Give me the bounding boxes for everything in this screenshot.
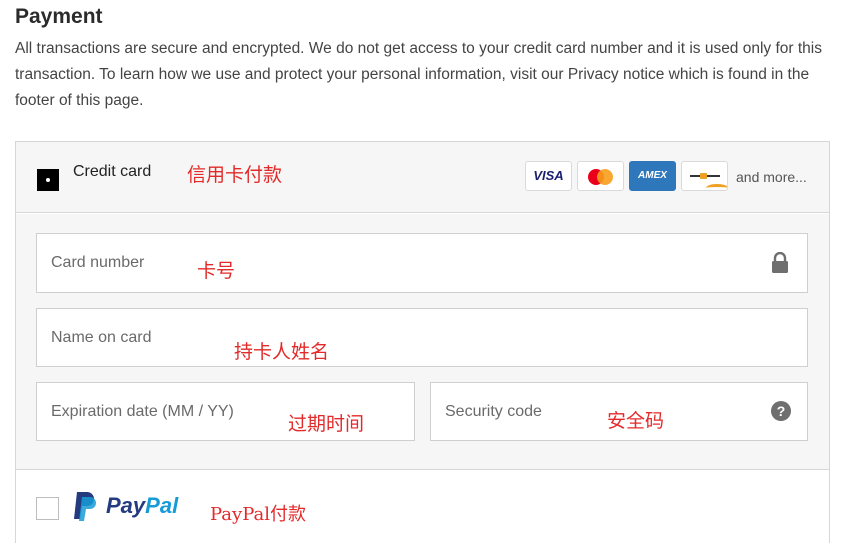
credit-card-radio[interactable] [37, 169, 59, 191]
card-number-input[interactable] [37, 234, 807, 292]
visa-logo-text: VISA [533, 168, 564, 183]
amex-logo-text: AMEX [638, 170, 667, 181]
card-number-field[interactable]: 卡号 [36, 233, 808, 293]
payment-title: Payment [15, 5, 103, 28]
paypal-annotation: PayPal付款 [210, 504, 306, 525]
payment-methods-box: Credit card 信用卡付款 VISA AMEX and more... … [15, 141, 830, 544]
paypal-logo-pay: Pay [106, 493, 146, 518]
expiration-date-field[interactable]: 过期时间 [36, 382, 415, 441]
paypal-option[interactable]: PayPal PayPal付款 [16, 471, 829, 544]
paypal-p-icon [74, 492, 96, 521]
generic-card-swoosh [706, 184, 727, 190]
and-more-text: and more... [736, 169, 807, 185]
paypal-logo: PayPal [72, 490, 197, 522]
card-number-annotation: 卡号 [197, 260, 236, 282]
generic-card-logo [681, 161, 728, 191]
paypal-logo-pal: Pal [145, 493, 179, 518]
mastercard-orange-circle [597, 169, 613, 185]
amex-logo: AMEX [629, 161, 676, 191]
security-code-field[interactable]: 安全码 ? [430, 382, 808, 441]
payment-description: All transactions are secure and encrypte… [15, 40, 822, 109]
name-on-card-annotation: 持卡人姓名 [234, 341, 330, 363]
security-code-annotation: 安全码 [607, 410, 665, 432]
paypal-logo-text: PayPal [106, 490, 178, 522]
visa-logo: VISA [525, 161, 572, 191]
lock-icon [772, 252, 788, 273]
radio-dot [46, 178, 50, 182]
name-on-card-field[interactable]: 持卡人姓名 [36, 308, 808, 367]
name-on-card-input[interactable] [37, 309, 807, 366]
mastercard-logo [577, 161, 624, 191]
question-circle-icon[interactable]: ? [771, 401, 791, 421]
generic-card-chip [700, 173, 707, 179]
expiration-annotation: 过期时间 [288, 413, 365, 435]
credit-card-option[interactable]: Credit card 信用卡付款 VISA AMEX and more... [16, 142, 829, 213]
credit-card-annotation: 信用卡付款 [187, 164, 283, 186]
credit-card-form: 卡号 持卡人姓名 过期时间 安全码 ? [16, 214, 829, 470]
credit-card-label: Credit card [73, 163, 152, 180]
paypal-checkbox[interactable] [36, 497, 59, 520]
